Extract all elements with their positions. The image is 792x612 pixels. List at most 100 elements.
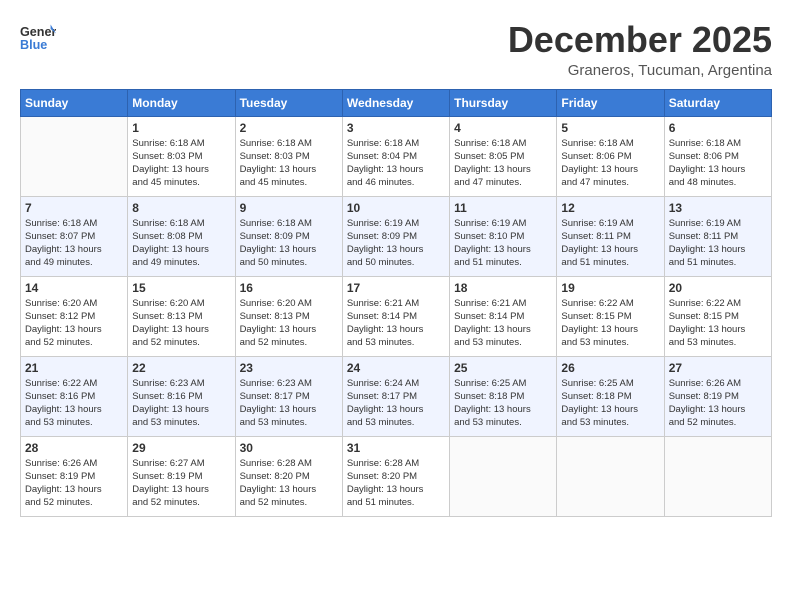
day-info: Sunrise: 6:24 AM Sunset: 8:17 PM Dayligh… (347, 377, 445, 430)
calendar-cell: 10 Sunrise: 6:19 AM Sunset: 8:09 PM Dayli… (342, 196, 449, 276)
day-info: Sunrise: 6:18 AM Sunset: 8:06 PM Dayligh… (561, 137, 659, 190)
weekday-header-wednesday: Wednesday (342, 89, 449, 116)
day-number: 3 (347, 121, 445, 135)
calendar-cell: 5 Sunrise: 6:18 AM Sunset: 8:06 PM Daylig… (557, 116, 664, 196)
day-info: Sunrise: 6:22 AM Sunset: 8:15 PM Dayligh… (669, 297, 767, 350)
day-info: Sunrise: 6:21 AM Sunset: 8:14 PM Dayligh… (454, 297, 552, 350)
calendar-cell: 29 Sunrise: 6:27 AM Sunset: 8:19 PM Dayli… (128, 436, 235, 516)
day-info: Sunrise: 6:27 AM Sunset: 8:19 PM Dayligh… (132, 457, 230, 510)
month-title: December 2025 (508, 20, 772, 60)
day-number: 24 (347, 361, 445, 375)
calendar-cell: 22 Sunrise: 6:23 AM Sunset: 8:16 PM Dayli… (128, 356, 235, 436)
calendar-cell: 12 Sunrise: 6:19 AM Sunset: 8:11 PM Dayli… (557, 196, 664, 276)
day-number: 22 (132, 361, 230, 375)
day-number: 21 (25, 361, 123, 375)
day-info: Sunrise: 6:25 AM Sunset: 8:18 PM Dayligh… (561, 377, 659, 430)
day-number: 26 (561, 361, 659, 375)
calendar-cell: 13Sunrise: 6:19 AM Sunset: 8:11 PM Dayli… (664, 196, 771, 276)
logo-icon: General Blue (20, 20, 56, 56)
day-info: Sunrise: 6:28 AM Sunset: 8:20 PM Dayligh… (347, 457, 445, 510)
day-number: 14 (25, 281, 123, 295)
page-header: General Blue December 2025 Graneros, Tuc… (20, 20, 772, 79)
calendar-cell: 27Sunrise: 6:26 AM Sunset: 8:19 PM Dayli… (664, 356, 771, 436)
calendar-cell: 6 Sunrise: 6:18 AM Sunset: 8:06 PM Daylig… (664, 116, 771, 196)
calendar-week-row: 21 Sunrise: 6:22 AM Sunset: 8:16 PM Dayli… (21, 356, 772, 436)
weekday-header-friday: Friday (557, 89, 664, 116)
calendar-cell: 23 Sunrise: 6:23 AM Sunset: 8:17 PM Dayli… (235, 356, 342, 436)
weekday-header-monday: Monday (128, 89, 235, 116)
day-info: Sunrise: 6:18 AM Sunset: 8:03 PM Dayligh… (132, 137, 230, 190)
day-number: 30 (240, 441, 338, 455)
day-number: 16 (240, 281, 338, 295)
calendar-cell: 24 Sunrise: 6:24 AM Sunset: 8:17 PM Dayli… (342, 356, 449, 436)
calendar-cell: 28Sunrise: 6:26 AM Sunset: 8:19 PM Dayli… (21, 436, 128, 516)
calendar-cell: 8 Sunrise: 6:18 AM Sunset: 8:08 PM Daylig… (128, 196, 235, 276)
day-info: Sunrise: 6:20 AM Sunset: 8:12 PM Dayligh… (25, 297, 123, 350)
calendar-cell: 30 Sunrise: 6:28 AM Sunset: 8:20 PM Dayli… (235, 436, 342, 516)
title-block: December 2025 Graneros, Tucuman, Argenti… (508, 20, 772, 79)
day-info: Sunrise: 6:19 AM Sunset: 8:11 PM Dayligh… (561, 217, 659, 270)
calendar-cell: 9Sunrise: 6:18 AM Sunset: 8:09 PM Daylig… (235, 196, 342, 276)
calendar-cell: 16 Sunrise: 6:20 AM Sunset: 8:13 PM Dayli… (235, 276, 342, 356)
day-number: 6 (669, 121, 767, 135)
calendar-cell: 3 Sunrise: 6:18 AM Sunset: 8:04 PM Daylig… (342, 116, 449, 196)
day-info: Sunrise: 6:23 AM Sunset: 8:17 PM Dayligh… (240, 377, 338, 430)
calendar-cell: 7 Sunrise: 6:18 AM Sunset: 8:07 PM Daylig… (21, 196, 128, 276)
day-info: Sunrise: 6:18 AM Sunset: 8:03 PM Dayligh… (240, 137, 338, 190)
calendar-cell: 1 Sunrise: 6:18 AM Sunset: 8:03 PM Daylig… (128, 116, 235, 196)
day-info: Sunrise: 6:23 AM Sunset: 8:16 PM Dayligh… (132, 377, 230, 430)
calendar-week-row: 28Sunrise: 6:26 AM Sunset: 8:19 PM Dayli… (21, 436, 772, 516)
day-info: Sunrise: 6:25 AM Sunset: 8:18 PM Dayligh… (454, 377, 552, 430)
day-info: Sunrise: 6:18 AM Sunset: 8:07 PM Dayligh… (25, 217, 123, 270)
day-number: 7 (25, 201, 123, 215)
day-number: 29 (132, 441, 230, 455)
svg-text:Blue: Blue (20, 38, 47, 52)
calendar-cell: 19 Sunrise: 6:22 AM Sunset: 8:15 PM Dayli… (557, 276, 664, 356)
day-number: 11 (454, 201, 552, 215)
calendar-cell: 4Sunrise: 6:18 AM Sunset: 8:05 PM Daylig… (450, 116, 557, 196)
day-info: Sunrise: 6:22 AM Sunset: 8:16 PM Dayligh… (25, 377, 123, 430)
day-info: Sunrise: 6:18 AM Sunset: 8:09 PM Dayligh… (240, 217, 338, 270)
calendar-cell: 26 Sunrise: 6:25 AM Sunset: 8:18 PM Dayli… (557, 356, 664, 436)
calendar-week-row: 1 Sunrise: 6:18 AM Sunset: 8:03 PM Daylig… (21, 116, 772, 196)
logo: General Blue (20, 20, 56, 56)
day-number: 27 (669, 361, 767, 375)
day-number: 1 (132, 121, 230, 135)
day-number: 19 (561, 281, 659, 295)
calendar-cell: 17 Sunrise: 6:21 AM Sunset: 8:14 PM Dayli… (342, 276, 449, 356)
day-info: Sunrise: 6:18 AM Sunset: 8:06 PM Dayligh… (669, 137, 767, 190)
day-number: 12 (561, 201, 659, 215)
weekday-header-thursday: Thursday (450, 89, 557, 116)
day-info: Sunrise: 6:18 AM Sunset: 8:04 PM Dayligh… (347, 137, 445, 190)
day-number: 10 (347, 201, 445, 215)
calendar-cell: 14 Sunrise: 6:20 AM Sunset: 8:12 PM Dayli… (21, 276, 128, 356)
calendar-table: SundayMondayTuesdayWednesdayThursdayFrid… (20, 89, 772, 517)
day-number: 17 (347, 281, 445, 295)
weekday-header-sunday: Sunday (21, 89, 128, 116)
day-info: Sunrise: 6:28 AM Sunset: 8:20 PM Dayligh… (240, 457, 338, 510)
day-info: Sunrise: 6:18 AM Sunset: 8:08 PM Dayligh… (132, 217, 230, 270)
day-number: 8 (132, 201, 230, 215)
calendar-cell: 18 Sunrise: 6:21 AM Sunset: 8:14 PM Dayli… (450, 276, 557, 356)
calendar-cell: 21 Sunrise: 6:22 AM Sunset: 8:16 PM Dayli… (21, 356, 128, 436)
day-number: 20 (669, 281, 767, 295)
calendar-cell: 31 Sunrise: 6:28 AM Sunset: 8:20 PM Dayli… (342, 436, 449, 516)
weekday-header-tuesday: Tuesday (235, 89, 342, 116)
day-number: 23 (240, 361, 338, 375)
day-info: Sunrise: 6:20 AM Sunset: 8:13 PM Dayligh… (240, 297, 338, 350)
calendar-week-row: 14 Sunrise: 6:20 AM Sunset: 8:12 PM Dayli… (21, 276, 772, 356)
calendar-cell: 20 Sunrise: 6:22 AM Sunset: 8:15 PM Dayli… (664, 276, 771, 356)
day-info: Sunrise: 6:18 AM Sunset: 8:05 PM Dayligh… (454, 137, 552, 190)
day-number: 31 (347, 441, 445, 455)
day-number: 13 (669, 201, 767, 215)
day-info: Sunrise: 6:22 AM Sunset: 8:15 PM Dayligh… (561, 297, 659, 350)
weekday-header-saturday: Saturday (664, 89, 771, 116)
day-info: Sunrise: 6:19 AM Sunset: 8:09 PM Dayligh… (347, 217, 445, 270)
day-number: 18 (454, 281, 552, 295)
day-number: 2 (240, 121, 338, 135)
day-number: 5 (561, 121, 659, 135)
location-title: Graneros, Tucuman, Argentina (508, 62, 772, 79)
calendar-cell: 2 Sunrise: 6:18 AM Sunset: 8:03 PM Daylig… (235, 116, 342, 196)
day-info: Sunrise: 6:21 AM Sunset: 8:14 PM Dayligh… (347, 297, 445, 350)
weekday-header-row: SundayMondayTuesdayWednesdayThursdayFrid… (21, 89, 772, 116)
